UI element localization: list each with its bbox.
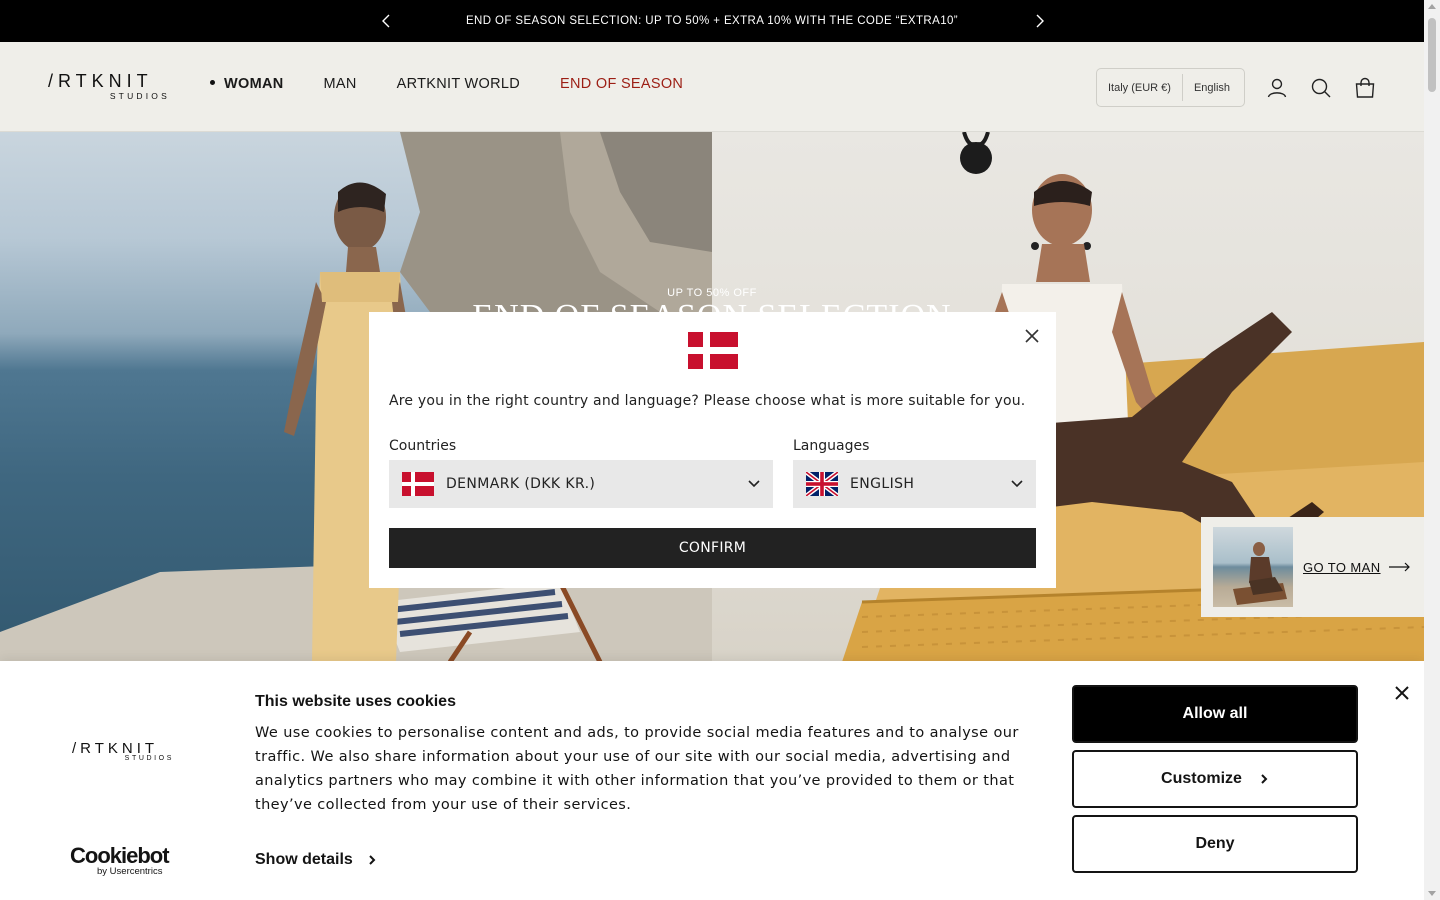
customize-label: Customize	[1161, 770, 1242, 787]
locale-selector[interactable]: Italy (EUR €) English	[1096, 68, 1245, 107]
languages-label: Languages	[793, 438, 870, 454]
customize-button[interactable]: Customize	[1072, 750, 1358, 808]
deny-label: Deny	[1195, 835, 1235, 852]
countries-label: Countries	[389, 438, 457, 454]
announcement-bar: END OF SEASON SELECTION: UP TO 50% + EXT…	[0, 0, 1424, 42]
arrow-right-icon	[1388, 562, 1410, 572]
logo-subtitle: STUDIOS	[109, 91, 170, 101]
search-icon[interactable]	[1309, 76, 1333, 100]
main-nav: WOMAN MAN ARTKNIT WORLD END OF SEASON	[210, 76, 723, 92]
country-language-modal: Are you in the right country and languag…	[369, 312, 1056, 588]
logo-wordmark: /RTKNIT	[48, 71, 153, 91]
chevron-left-icon[interactable]	[378, 12, 396, 30]
chevron-right-icon[interactable]	[1030, 12, 1048, 30]
site-header: /RTKNIT STUDIOS WOMAN MAN ARTKNIT WORLD …	[0, 42, 1424, 132]
chevron-down-icon	[1011, 480, 1023, 488]
nav-item-artknit-world[interactable]: ARTKNIT WORLD	[397, 76, 520, 92]
chevron-right-icon	[369, 855, 376, 865]
shopping-bag-icon[interactable]	[1353, 76, 1377, 100]
confirm-button[interactable]: CONFIRM	[389, 528, 1036, 568]
chevron-right-icon	[1261, 774, 1268, 784]
modal-question: Are you in the right country and languag…	[389, 393, 1026, 409]
modal-close-icon[interactable]	[1024, 328, 1040, 344]
cookie-logo-subtitle: STUDIOS	[124, 755, 174, 762]
nav-item-end-of-season[interactable]: END OF SEASON	[560, 76, 683, 92]
allow-all-button[interactable]: Allow all	[1072, 685, 1358, 743]
country-select[interactable]: DENMARK (DKK KR.)	[389, 460, 773, 508]
scrollbar-thumb[interactable]	[1428, 18, 1436, 92]
language-select-value: ENGLISH	[850, 476, 915, 492]
go-to-man-link[interactable]: GO TO MAN	[1303, 560, 1381, 575]
man-thumbnail	[1213, 527, 1293, 607]
show-details-link[interactable]: Show details	[255, 851, 377, 869]
chevron-down-icon	[748, 480, 760, 488]
language-select[interactable]: ENGLISH	[793, 460, 1036, 508]
announcement-text[interactable]: END OF SEASON SELECTION: UP TO 50% + EXT…	[466, 15, 958, 27]
cookie-brand-logo: /RTKNIT STUDIOS	[72, 740, 174, 766]
cookiebot-logo[interactable]: Cookiebot by Usercentrics	[70, 843, 174, 878]
uk-flag-icon	[806, 472, 838, 496]
denmark-flag-icon	[688, 332, 738, 369]
nav-item-woman[interactable]: WOMAN	[210, 76, 284, 92]
man-thumbnail-scene	[1233, 542, 1287, 605]
locale-country[interactable]: Italy (EUR €)	[1097, 82, 1182, 94]
allow-all-label: Allow all	[1182, 705, 1248, 722]
cookie-banner: /RTKNIT STUDIOS Cookiebot by Usercentric…	[0, 661, 1424, 900]
cookie-title: This website uses cookies	[255, 693, 456, 710]
cookiebot-name: Cookiebot	[70, 843, 170, 868]
show-details-label: Show details	[255, 851, 353, 868]
brand-logo[interactable]: /RTKNIT STUDIOS	[48, 72, 170, 102]
go-to-man-card[interactable]: GO TO MAN	[1201, 517, 1424, 617]
page-scrollbar[interactable]	[1424, 0, 1440, 900]
deny-button[interactable]: Deny	[1072, 815, 1358, 873]
cookiebot-by: by Usercentrics	[97, 866, 163, 877]
account-icon[interactable]	[1265, 76, 1289, 100]
country-select-value: DENMARK (DKK KR.)	[446, 476, 596, 492]
cookie-close-icon[interactable]	[1394, 685, 1410, 701]
locale-language[interactable]: English	[1183, 82, 1241, 94]
denmark-flag-icon	[402, 472, 434, 496]
scroll-down-icon[interactable]	[1428, 891, 1436, 896]
scroll-up-icon[interactable]	[1428, 4, 1436, 9]
cookie-description: We use cookies to personalise content an…	[255, 725, 1019, 813]
nav-item-man[interactable]: MAN	[324, 76, 357, 92]
